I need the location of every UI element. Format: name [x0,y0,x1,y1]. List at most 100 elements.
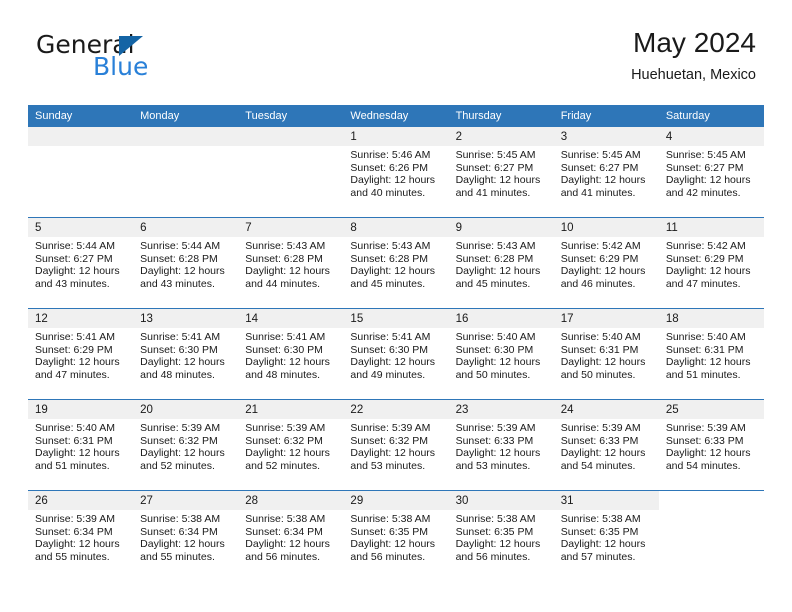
day-cell-details: Sunrise: 5:40 AM Sunset: 6:31 PM Daylight:… [659,328,764,381]
daylight-text-line2: and 57 minutes. [560,550,636,563]
calendar-day-cell[interactable]: 17 Sunrise: 5:40 AM Sunset: 6:31 PM Dayligh… [553,308,659,400]
calendar-day-cell[interactable]: 9 Sunrise: 5:43 AM Sunset: 6:28 PM Daylight… [448,217,554,309]
sunset-text: Sunset: 6:27 PM [455,161,534,174]
daylight-text-line2: and 52 minutes. [140,459,215,472]
daylight-text-line2: and 52 minutes. [245,459,320,472]
calendar-day-cell[interactable]: 29 Sunrise: 5:38 AM Sunset: 6:35 PM Dayligh… [343,490,449,581]
daylight-text-line2: and 43 minutes. [140,277,215,290]
sunset-text: Sunset: 6:27 PM [35,252,113,265]
sunrise-text: Sunrise: 5:38 AM [455,513,536,525]
daylight-text-line1: Daylight: 12 hours [455,447,541,460]
calendar-day-cell[interactable]: 5 Sunrise: 5:44 AM Sunset: 6:27 PM Daylight… [28,217,134,309]
day-number-placeholder [28,127,134,146]
day-number: 7 [238,218,344,237]
sunset-text: Sunset: 6:30 PM [140,343,218,356]
day-cell-inner: 19 Sunrise: 5:40 AM Sunset: 6:31 PM Dayligh… [28,400,134,490]
sunrise-text: Sunrise: 5:43 AM [455,240,536,252]
day-cell-details: Sunrise: 5:39 AM Sunset: 6:32 PM Daylight:… [238,419,343,472]
sunset-text: Sunset: 6:29 PM [35,343,113,356]
sunrise-text: Sunrise: 5:39 AM [665,422,746,434]
sunset-text: Sunset: 6:35 PM [455,525,534,538]
day-cell-inner: 5 Sunrise: 5:44 AM Sunset: 6:27 PM Daylight… [28,218,134,308]
day-cell-details: Sunrise: 5:43 AM Sunset: 6:28 PM Daylight:… [238,237,343,290]
sunrise-text: Sunrise: 5:38 AM [245,513,326,525]
calendar-day-cell[interactable]: 13 Sunrise: 5:41 AM Sunset: 6:30 PM Dayligh… [133,308,239,400]
day-number: 8 [343,218,449,237]
page-title: May 2024 [633,27,756,58]
calendar-day-cell[interactable]: 24 Sunrise: 5:39 AM Sunset: 6:33 PM Dayligh… [553,399,659,491]
day-cell-details: Sunrise: 5:38 AM Sunset: 6:34 PM Daylight:… [133,510,238,563]
sunrise-text: Sunrise: 5:40 AM [455,331,536,343]
calendar-day-cell[interactable]: 4 Sunrise: 5:45 AM Sunset: 6:27 PM Daylight… [658,127,764,218]
daylight-text-line1: Daylight: 12 hours [140,538,225,551]
calendar-day-cell[interactable]: 15 Sunrise: 5:41 AM Sunset: 6:30 PM Dayligh… [343,308,449,400]
daylight-text-line2: and 44 minutes. [245,277,320,290]
sunset-text: Sunset: 6:29 PM [665,252,744,265]
calendar-day-cell[interactable]: 27 Sunrise: 5:38 AM Sunset: 6:34 PM Dayligh… [133,490,239,581]
calendar-day-cell[interactable]: 10 Sunrise: 5:42 AM Sunset: 6:29 PM Dayligh… [553,217,659,309]
day-number: 16 [448,309,554,328]
calendar-day-cell[interactable]: 23 Sunrise: 5:39 AM Sunset: 6:33 PM Dayligh… [448,399,554,491]
calendar-day-cell[interactable]: 6 Sunrise: 5:44 AM Sunset: 6:28 PM Daylight… [133,217,239,309]
daylight-text-line1: Daylight: 12 hours [350,265,436,278]
sunset-text: Sunset: 6:28 PM [140,252,218,265]
weekday-header-saturday: Saturday [658,105,764,127]
day-cell-inner: 11 Sunrise: 5:42 AM Sunset: 6:29 PM Dayligh… [658,218,764,308]
sunrise-text: Sunrise: 5:40 AM [560,331,641,343]
daylight-text-line1: Daylight: 12 hours [350,356,436,369]
day-cell-details: Sunrise: 5:39 AM Sunset: 6:34 PM Daylight:… [28,510,133,563]
sunset-text: Sunset: 6:33 PM [560,434,639,447]
daylight-text-line1: Daylight: 12 hours [245,538,330,551]
calendar-day-cell[interactable]: 8 Sunrise: 5:43 AM Sunset: 6:28 PM Daylight… [343,217,449,309]
day-number: 18 [658,309,764,328]
daylight-text-line1: Daylight: 12 hours [455,174,541,187]
day-number: 10 [553,218,659,237]
calendar-day-cell[interactable]: 30 Sunrise: 5:38 AM Sunset: 6:35 PM Dayligh… [448,490,554,581]
daylight-text-line2: and 56 minutes. [455,550,531,563]
weekday-header-wednesday: Wednesday [343,105,449,127]
calendar-day-cell[interactable]: 14 Sunrise: 5:41 AM Sunset: 6:30 PM Dayligh… [238,308,344,400]
day-number: 31 [553,491,659,510]
day-cell-inner: 20 Sunrise: 5:39 AM Sunset: 6:32 PM Dayligh… [133,400,239,490]
daylight-text-line2: and 55 minutes. [35,550,110,563]
day-cell-details: Sunrise: 5:44 AM Sunset: 6:27 PM Daylight:… [28,237,133,290]
daylight-text-line1: Daylight: 12 hours [140,447,225,460]
calendar-day-cell[interactable]: 19 Sunrise: 5:40 AM Sunset: 6:31 PM Dayligh… [28,399,134,491]
calendar-day-cell[interactable]: 22 Sunrise: 5:39 AM Sunset: 6:32 PM Dayligh… [343,399,449,491]
daylight-text-line2: and 53 minutes. [350,459,426,472]
calendar-day-cell[interactable]: 18 Sunrise: 5:40 AM Sunset: 6:31 PM Dayligh… [658,308,764,400]
brand-logo[interactable]: General Blue [36,32,296,88]
day-cell-inner: 10 Sunrise: 5:42 AM Sunset: 6:29 PM Dayligh… [553,218,659,308]
daylight-text-line2: and 48 minutes. [245,368,320,381]
calendar-day-cell[interactable]: 11 Sunrise: 5:42 AM Sunset: 6:29 PM Dayligh… [658,217,764,309]
calendar-day-cell[interactable]: 28 Sunrise: 5:38 AM Sunset: 6:34 PM Dayligh… [238,490,344,581]
daylight-text-line1: Daylight: 12 hours [140,356,225,369]
day-cell-inner: 9 Sunrise: 5:43 AM Sunset: 6:28 PM Daylight… [448,218,554,308]
daylight-text-line2: and 55 minutes. [140,550,215,563]
calendar-day-cell[interactable]: 3 Sunrise: 5:45 AM Sunset: 6:27 PM Daylight… [553,127,659,218]
day-cell-details: Sunrise: 5:45 AM Sunset: 6:27 PM Daylight:… [659,146,764,199]
day-cell-inner: 2 Sunrise: 5:45 AM Sunset: 6:27 PM Daylight… [448,127,554,217]
day-cell-inner [659,491,764,581]
calendar-day-cell[interactable]: 25 Sunrise: 5:39 AM Sunset: 6:33 PM Dayligh… [658,399,764,491]
sunrise-text: Sunrise: 5:38 AM [560,513,641,525]
daylight-text-line2: and 54 minutes. [665,459,741,472]
day-number: 4 [658,127,764,146]
calendar-day-cell[interactable]: 31 Sunrise: 5:38 AM Sunset: 6:35 PM Dayligh… [553,490,659,581]
calendar-day-cell[interactable]: 20 Sunrise: 5:39 AM Sunset: 6:32 PM Dayligh… [133,399,239,491]
daylight-text-line2: and 47 minutes. [665,277,741,290]
calendar-day-cell[interactable]: 16 Sunrise: 5:40 AM Sunset: 6:30 PM Dayligh… [448,308,554,400]
sunrise-text: Sunrise: 5:42 AM [665,240,746,252]
day-cell-details: Sunrise: 5:43 AM Sunset: 6:28 PM Daylight:… [449,237,554,290]
sunrise-text: Sunrise: 5:43 AM [350,240,431,252]
calendar-day-cell[interactable]: 1 Sunrise: 5:46 AM Sunset: 6:26 PM Daylight… [343,127,449,218]
calendar-day-cell[interactable]: 2 Sunrise: 5:45 AM Sunset: 6:27 PM Daylight… [448,127,554,218]
daylight-text-line2: and 51 minutes. [35,459,110,472]
weekday-header-friday: Friday [553,105,659,127]
daylight-text-line1: Daylight: 12 hours [245,265,330,278]
calendar-day-cell[interactable]: 12 Sunrise: 5:41 AM Sunset: 6:29 PM Dayligh… [28,308,134,400]
calendar-day-cell[interactable]: 7 Sunrise: 5:43 AM Sunset: 6:28 PM Daylight… [238,217,344,309]
day-cell-details: Sunrise: 5:45 AM Sunset: 6:27 PM Daylight:… [449,146,554,199]
calendar-day-cell[interactable]: 21 Sunrise: 5:39 AM Sunset: 6:32 PM Dayligh… [238,399,344,491]
calendar-day-cell[interactable]: 26 Sunrise: 5:39 AM Sunset: 6:34 PM Dayligh… [28,490,134,581]
